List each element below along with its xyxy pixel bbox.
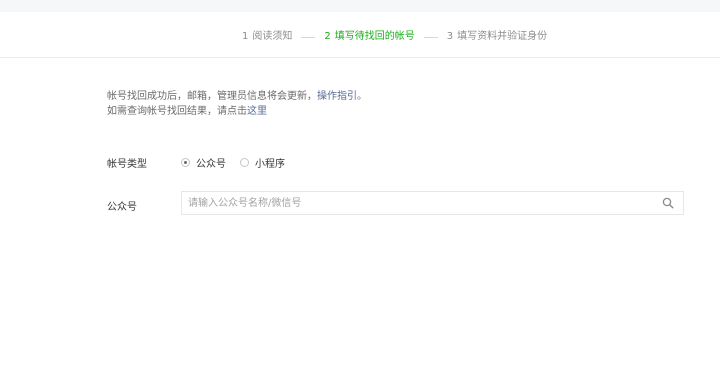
notice-period: 。 <box>357 91 367 102</box>
result-query-link[interactable]: 这里 <box>247 106 267 117</box>
guide-link[interactable]: 操作指引 <box>317 91 357 102</box>
notice-text-1: 帐号找回成功后，邮箱，管理员信息将会更新， <box>107 91 317 102</box>
notice: 帐号找回成功后，邮箱，管理员信息将会更新，操作指引。 如需查询帐号找回结果，请点… <box>107 89 367 119</box>
step-divider <box>301 36 316 38</box>
step-2: 2 填写待找回的帐号 <box>324 31 414 43</box>
radio-official-account[interactable]: 公众号 <box>181 155 226 170</box>
notice-text-2: 如需查询帐号找回结果，请点击 <box>107 106 247 117</box>
account-search-input[interactable] <box>188 192 648 214</box>
step-3-label: 填写资料并验证身份 <box>457 31 548 42</box>
top-strip <box>0 0 720 12</box>
step-progress-bar: 1 阅读须知 2 填写待找回的帐号 3 填写资料并验证身份 <box>0 12 720 58</box>
step-divider <box>423 36 438 38</box>
radio-official-account-label: 公众号 <box>196 159 226 170</box>
step-3-number: 3 <box>446 31 454 42</box>
step-1-label: 阅读须知 <box>252 31 293 42</box>
radio-mini-program-label: 小程序 <box>255 159 285 170</box>
steps: 1 阅读须知 2 填写待找回的帐号 3 填写资料并验证身份 <box>242 31 547 43</box>
step-3: 3 填写资料并验证身份 <box>447 31 547 43</box>
account-search-box[interactable] <box>181 191 684 215</box>
notice-line-1: 帐号找回成功后，邮箱，管理员信息将会更新，操作指引。 <box>107 89 367 104</box>
account-type-row: 帐号类型 公众号 小程序 <box>107 155 299 170</box>
search-icon[interactable] <box>662 197 674 209</box>
radio-mini-program[interactable]: 小程序 <box>240 155 285 170</box>
step-1: 1 阅读须知 <box>242 31 292 43</box>
radio-checked-icon[interactable] <box>181 158 190 167</box>
radio-unchecked-icon[interactable] <box>240 158 249 167</box>
step-2-label: 填写待找回的帐号 <box>334 31 415 42</box>
account-type-label: 帐号类型 <box>107 159 147 170</box>
step-1-number: 1 <box>242 31 249 42</box>
notice-line-2: 如需查询帐号找回结果，请点击这里 <box>107 104 367 119</box>
account-row: 公众号 <box>107 198 181 213</box>
step-2-number: 2 <box>324 31 331 42</box>
account-label: 公众号 <box>107 202 137 213</box>
